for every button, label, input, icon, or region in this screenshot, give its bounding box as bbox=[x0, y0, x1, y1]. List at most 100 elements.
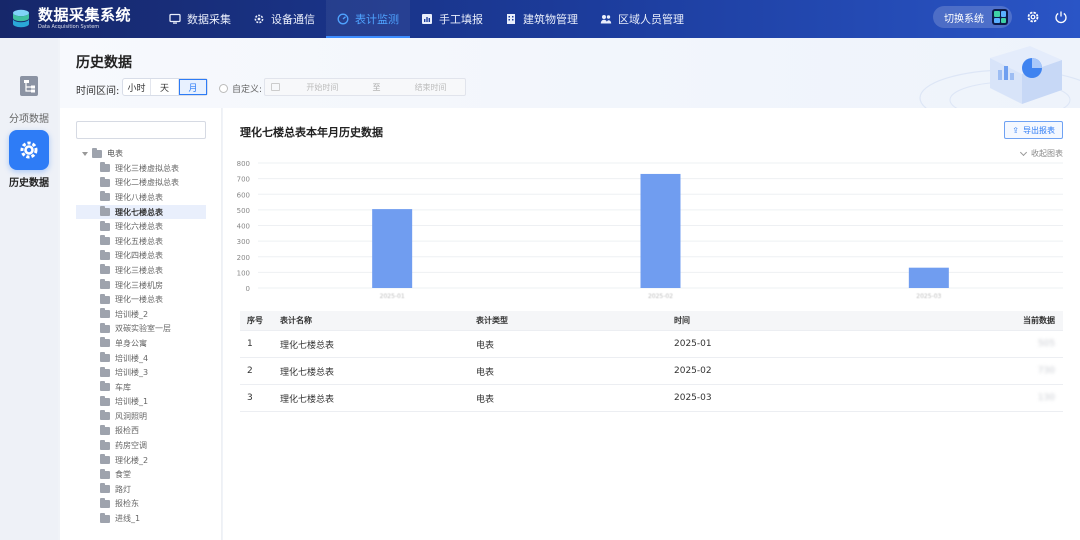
bar bbox=[640, 173, 681, 288]
custom-radio[interactable] bbox=[219, 84, 228, 93]
tree-item[interactable]: 报检西 bbox=[76, 424, 206, 439]
tree-item-label: 培训楼_2 bbox=[115, 309, 149, 319]
tree-item-label: 报检西 bbox=[115, 426, 139, 436]
cell-value: 505 bbox=[1037, 339, 1055, 349]
cell-name: 理化七楼总表 bbox=[280, 367, 335, 378]
date-range-picker[interactable]: 开始时间 至 结束时间 bbox=[264, 78, 466, 96]
caret-down-icon[interactable] bbox=[82, 151, 88, 156]
switch-system-button[interactable]: 切换系统 bbox=[933, 6, 1012, 28]
x-tick-label: 2025-02 bbox=[648, 293, 673, 300]
left-rail: 分项数据 历史数据 bbox=[0, 38, 58, 540]
range-day-button[interactable]: 天 bbox=[151, 79, 179, 95]
gauge-icon bbox=[337, 13, 349, 25]
top-right-actions: 切换系统 bbox=[933, 6, 1068, 28]
tree-item[interactable]: 理化七楼总表 bbox=[76, 204, 206, 220]
range-month-button[interactable]: 月 bbox=[179, 79, 207, 95]
tree-item[interactable]: 理化楼_2 bbox=[76, 453, 206, 468]
custom-range-option[interactable]: 自定义: bbox=[219, 82, 262, 95]
tree-item-label: 进线_1 bbox=[115, 514, 141, 524]
nav-meter-monitoring[interactable]: 表计监测 bbox=[326, 0, 410, 38]
tree-item[interactable]: 路灯 bbox=[76, 482, 206, 497]
tree-item[interactable]: 食堂 bbox=[76, 467, 206, 482]
cell-type: 电表 bbox=[476, 340, 495, 351]
tree-item[interactable]: 理化六楼总表 bbox=[76, 219, 206, 234]
tree-item[interactable]: 培训楼_3 bbox=[76, 365, 206, 380]
settings-icon[interactable] bbox=[1026, 10, 1040, 24]
y-tick-label: 200 bbox=[237, 254, 250, 262]
decorative-illustration bbox=[919, 46, 1080, 108]
app-title: 数据采集系统 bbox=[38, 6, 132, 24]
tree-item[interactable]: 理化三楼机房 bbox=[76, 278, 206, 293]
folder-icon bbox=[100, 293, 110, 304]
top-bar: 数据采集系统 Data Acquisition System 数据采集 设备通信… bbox=[0, 0, 1080, 38]
tree-item[interactable]: 理化二楼虚拟总表 bbox=[76, 176, 206, 191]
nav-label: 建筑物管理 bbox=[523, 13, 578, 26]
col-header-index: 序号 bbox=[247, 316, 263, 325]
tree-item[interactable]: 风洞照明 bbox=[76, 409, 206, 424]
nav-area-personnel[interactable]: 区域人员管理 bbox=[589, 0, 695, 38]
folder-icon bbox=[100, 454, 110, 465]
tree-item[interactable]: 进线_1 bbox=[76, 511, 206, 526]
app-subtitle: Data Acquisition System bbox=[38, 24, 100, 30]
tree-item-label: 理化一楼总表 bbox=[115, 295, 163, 305]
col-header-name: 表计名称 bbox=[280, 316, 312, 325]
tree-item[interactable]: 单身公寓 bbox=[76, 336, 206, 351]
switch-system-label: 切换系统 bbox=[944, 13, 984, 25]
tree-root-node[interactable]: 电表 bbox=[82, 147, 123, 159]
cell-type: 电表 bbox=[476, 367, 495, 378]
time-range-toggle: 小时 天 月 bbox=[122, 78, 208, 96]
rail-item-sub-data[interactable]: 分项数据 bbox=[0, 66, 58, 125]
tree-item[interactable]: 理化五楼总表 bbox=[76, 234, 206, 249]
table-row[interactable]: 3 理化七楼总表 电表 2025-03 130 bbox=[240, 385, 1063, 412]
tree-item[interactable]: 培训楼_2 bbox=[76, 307, 206, 322]
tree-item[interactable]: 理化八楼总表 bbox=[76, 190, 206, 205]
tree-item-label: 双碳实验室一层 bbox=[115, 324, 171, 334]
table-row[interactable]: 2 理化七楼总表 电表 2025-02 730 bbox=[240, 358, 1063, 385]
nav-building-management[interactable]: 建筑物管理 bbox=[494, 0, 589, 38]
tree-root-label: 电表 bbox=[107, 149, 123, 158]
tree-item[interactable]: 理化三楼虚拟总表 bbox=[76, 161, 206, 176]
table-body: 1 理化七楼总表 电表 2025-01 505 2 理化七楼总表 电表 2025-02 730 3 理… bbox=[240, 331, 1063, 412]
table-row[interactable]: 1 理化七楼总表 电表 2025-01 505 bbox=[240, 331, 1063, 358]
nav-device-communication[interactable]: 设备通信 bbox=[242, 0, 326, 38]
cell-name: 理化七楼总表 bbox=[280, 394, 335, 405]
cell-index: 1 bbox=[247, 339, 253, 349]
folder-icon bbox=[100, 497, 110, 508]
tree-item[interactable]: 培训楼_4 bbox=[76, 351, 206, 366]
tree-search-input[interactable] bbox=[76, 121, 206, 139]
nav-manual-entry[interactable]: 手工填报 bbox=[410, 0, 494, 38]
power-icon[interactable] bbox=[1054, 10, 1068, 24]
tree-item[interactable]: 培训楼_1 bbox=[76, 395, 206, 410]
nav-label: 数据采集 bbox=[187, 13, 231, 26]
nav-label: 设备通信 bbox=[271, 13, 315, 26]
tree-item-label: 食堂 bbox=[115, 470, 131, 480]
start-date-input[interactable]: 开始时间 bbox=[288, 82, 357, 93]
export-report-button[interactable]: ⇪ 导出报表 bbox=[1004, 121, 1063, 139]
tree-item-label: 理化三楼总表 bbox=[115, 265, 163, 275]
time-range-label: 时间区间: bbox=[76, 86, 120, 97]
range-separator: 至 bbox=[372, 82, 381, 92]
folder-icon bbox=[100, 381, 110, 392]
cell-index: 2 bbox=[247, 366, 253, 376]
tree-item[interactable]: 双碳实验室一层 bbox=[76, 322, 206, 337]
tree-item[interactable]: 理化四楼总表 bbox=[76, 249, 206, 264]
page-header: 历史数据 时间区间: 小时 天 月 自定义: 开始时间 至 结束时间 bbox=[60, 38, 1080, 108]
tree-item-label: 理化三楼虚拟总表 bbox=[115, 163, 179, 173]
tree-item[interactable]: 药房空调 bbox=[76, 438, 206, 453]
end-date-input[interactable]: 结束时间 bbox=[396, 82, 465, 93]
cell-time: 2025-01 bbox=[674, 339, 712, 349]
tree-item[interactable]: 报检东 bbox=[76, 497, 206, 512]
tree-item[interactable]: 车库 bbox=[76, 380, 206, 395]
cell-type: 电表 bbox=[476, 394, 495, 405]
tree-item[interactable]: 理化三楼总表 bbox=[76, 263, 206, 278]
range-hour-button[interactable]: 小时 bbox=[123, 79, 151, 95]
rail-item-history-data[interactable]: 历史数据 bbox=[0, 130, 58, 189]
tree-item-label: 培训楼_4 bbox=[115, 353, 149, 363]
x-tick-label: 2025-03 bbox=[916, 293, 941, 300]
folder-icon bbox=[100, 395, 110, 406]
tree-item[interactable]: 理化一楼总表 bbox=[76, 292, 206, 307]
nav-data-collection[interactable]: 数据采集 bbox=[158, 0, 242, 38]
bar bbox=[908, 267, 949, 288]
database-logo-icon bbox=[13, 9, 29, 28]
tree-item-label: 路灯 bbox=[115, 484, 131, 494]
